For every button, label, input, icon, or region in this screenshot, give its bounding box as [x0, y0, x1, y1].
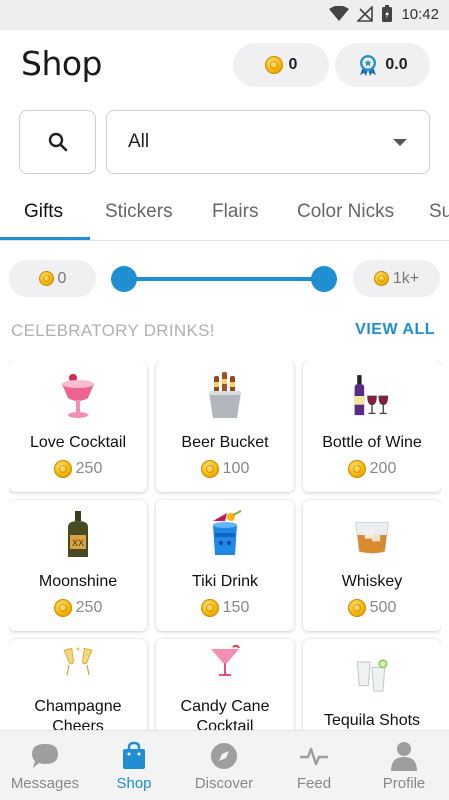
coin-icon — [347, 599, 366, 617]
nav-label: Messages — [10, 775, 80, 792]
rating-button[interactable]: 0.0 — [335, 43, 430, 87]
coin-balance-value: 0 — [288, 56, 298, 73]
coin-icon — [38, 271, 54, 286]
gift-name: Moonshine — [38, 573, 118, 590]
coin-balance-button[interactable]: 0 — [233, 43, 329, 87]
page-title: Shop — [21, 44, 103, 83]
coin-icon — [373, 271, 389, 286]
search-icon — [48, 132, 67, 152]
gift-name: Tiki Drink — [191, 573, 259, 590]
view-all-link[interactable]: VIEW ALL — [355, 321, 435, 339]
gift-name: Candy Cane Cocktail — [180, 698, 270, 730]
active-tab-indicator — [0, 237, 90, 240]
price-max-pill: 1k+ — [353, 260, 440, 297]
tab-partial[interactable]: Su — [429, 201, 449, 223]
category-tabs: Gifts Stickers Flairs Color Nicks Su — [0, 186, 449, 241]
gift-name: Whiskey — [341, 573, 403, 590]
gift-price: 250 — [9, 460, 147, 478]
gift-price-value: 250 — [75, 599, 103, 616]
badge-ribbon-icon — [360, 55, 377, 76]
wine-bottle-icon — [352, 371, 392, 421]
moonshine-jug-icon: XX — [58, 510, 98, 560]
gift-card-champagne-cheers[interactable]: Champagne Cheers — [9, 639, 147, 730]
person-icon — [389, 741, 419, 771]
gift-name: Champagne Cheers — [34, 698, 122, 730]
search-button[interactable] — [19, 110, 96, 174]
coin-icon — [53, 460, 72, 478]
gift-name: Bottle of Wine — [322, 434, 422, 451]
bottom-navigation: Messages Shop Discover Feed Profile — [0, 730, 449, 800]
nav-label: Discover — [194, 775, 254, 792]
category-dropdown[interactable]: All — [106, 110, 430, 174]
candy-cane-cocktail-icon — [205, 645, 245, 679]
champagne-glasses-icon — [58, 645, 98, 679]
gift-grid: Love Cocktail 250 Beer Bucket 100 Bottle… — [9, 361, 441, 730]
price-min-value: 0 — [57, 269, 67, 287]
nav-label: Shop — [116, 775, 152, 792]
coin-icon — [200, 599, 219, 617]
chevron-down-icon — [393, 139, 407, 146]
svg-text:XX: XX — [72, 539, 84, 549]
nav-shop[interactable]: Shop — [89, 731, 179, 800]
nav-discover[interactable]: Discover — [179, 731, 269, 800]
header: Shop 0 0.0 — [0, 30, 449, 102]
gift-price: 500 — [303, 599, 441, 617]
nav-label: Profile — [382, 775, 426, 792]
shopping-bag-icon — [119, 741, 149, 771]
gift-card-love-cocktail[interactable]: Love Cocktail 250 — [9, 361, 147, 492]
tab-flairs[interactable]: Flairs — [212, 201, 258, 223]
clock: 10:42 — [401, 5, 439, 23]
nav-label: Feed — [296, 775, 332, 792]
gift-name: Tequila Shots — [323, 712, 421, 729]
gift-price-value: 100 — [222, 460, 250, 477]
gift-price-value: 250 — [75, 460, 103, 477]
gift-card-candy-cane-cocktail[interactable]: Candy Cane Cocktail — [156, 639, 294, 730]
section-title: CELEBRATORY DRINKS! — [11, 321, 215, 340]
price-slider-max-handle[interactable] — [311, 266, 337, 292]
price-slider-min-handle[interactable] — [111, 266, 137, 292]
tab-stickers[interactable]: Stickers — [105, 201, 173, 223]
compass-icon — [209, 741, 239, 771]
gift-price: 250 — [9, 599, 147, 617]
price-max-value: 1k+ — [392, 269, 420, 287]
category-selected-value: All — [128, 131, 150, 152]
gift-price: 200 — [303, 460, 441, 478]
tab-gifts[interactable]: Gifts — [24, 201, 63, 223]
gift-price-value: 200 — [369, 460, 397, 477]
pulse-icon — [299, 741, 329, 771]
pink-cocktail-icon — [58, 371, 98, 421]
rating-value: 0.0 — [385, 56, 408, 73]
gift-card-moonshine[interactable]: XX Moonshine 250 — [9, 500, 147, 631]
nav-messages[interactable]: Messages — [0, 731, 90, 800]
battery-icon — [382, 5, 393, 22]
gift-price: 100 — [156, 460, 294, 478]
coin-icon — [200, 460, 219, 478]
tab-color-nicks[interactable]: Color Nicks — [297, 201, 394, 223]
gift-card-tiki-drink[interactable]: Tiki Drink 150 — [156, 500, 294, 631]
no-signal-icon — [357, 6, 374, 22]
price-slider-track[interactable] — [124, 277, 324, 281]
nav-profile[interactable]: Profile — [359, 731, 449, 800]
price-min-pill: 0 — [9, 260, 96, 297]
wifi-icon — [329, 6, 350, 21]
gift-card-bottle-of-wine[interactable]: Bottle of Wine 200 — [303, 361, 441, 492]
gift-name: Love Cocktail — [29, 434, 127, 451]
tiki-drink-icon — [205, 510, 245, 560]
chat-bubble-icon — [30, 741, 60, 771]
gift-card-tequila-shots[interactable]: Tequila Shots — [303, 639, 441, 730]
gift-price-value: 500 — [369, 599, 397, 616]
gift-card-beer-bucket[interactable]: Beer Bucket 100 — [156, 361, 294, 492]
beer-bucket-icon — [205, 371, 245, 421]
gift-name: Beer Bucket — [181, 434, 269, 451]
coin-icon — [347, 460, 366, 478]
nav-feed[interactable]: Feed — [269, 731, 359, 800]
gift-price-value: 150 — [222, 599, 250, 616]
whiskey-glass-icon — [352, 510, 392, 560]
gift-price: 150 — [156, 599, 294, 617]
coin-icon — [53, 599, 72, 617]
coin-icon — [264, 56, 283, 74]
status-bar: 10:42 — [0, 0, 449, 30]
gift-card-whiskey[interactable]: Whiskey 500 — [303, 500, 441, 631]
tequila-shots-icon — [352, 647, 392, 697]
